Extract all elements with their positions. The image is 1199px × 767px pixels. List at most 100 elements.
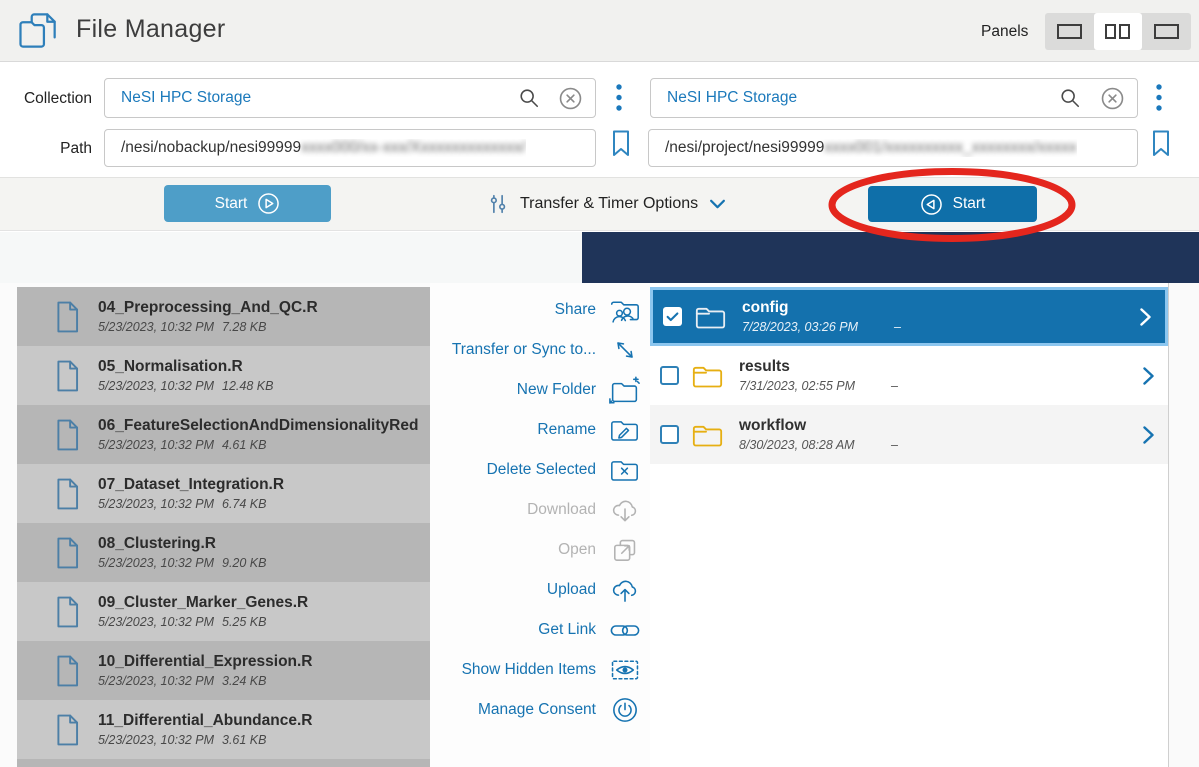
folder-icon	[695, 304, 726, 330]
app-header: File Manager Panels	[0, 0, 1199, 62]
right-collection-menu-kebab-icon[interactable]	[1155, 83, 1163, 113]
file-row[interactable]: 10_Differential_Expression.R 5/23/2023, 1…	[17, 641, 430, 700]
transfer-options-toggle[interactable]: Transfer & Timer Options	[487, 185, 726, 223]
file-name: 10_Differential_Expression.R	[98, 653, 313, 671]
panel-layout-dual-button[interactable]	[1094, 13, 1143, 50]
menu-item-share[interactable]: Share	[430, 290, 650, 330]
right-scroll-gutter[interactable]	[1168, 283, 1199, 767]
file-meta: 5/23/2023, 10:32 PM9.20 KB	[98, 556, 266, 570]
folder-name: workflow	[739, 417, 898, 435]
upload-icon	[608, 577, 641, 603]
file-action-menu: Share Transfer or Sync to... New Folder Ren…	[430, 283, 650, 767]
file-row[interactable]: 05_Normalisation.R5/23/2023, 10:32 PM12.…	[17, 346, 430, 405]
clear-collection-icon[interactable]	[559, 87, 582, 110]
panels-toggle-group	[1045, 13, 1191, 50]
file-name: 04_Preprocessing_And_QC.R	[98, 299, 318, 317]
menu-item-download: Download	[430, 490, 650, 530]
file-name: 05_Normalisation.R	[98, 358, 273, 376]
path-label: Path	[0, 140, 92, 158]
folder-row[interactable]: config7/28/2023, 03:26 PM–	[650, 287, 1168, 346]
file-name: 07_Dataset_Integration.R	[98, 476, 284, 494]
menu-item-open: Open	[430, 530, 650, 570]
rename-icon	[608, 417, 641, 443]
file-row[interactable]: 09_Cluster_Marker_Genes.R5/23/2023, 10:3…	[17, 582, 430, 641]
menu-item-upload[interactable]: Upload	[430, 570, 650, 610]
play-circle-right-icon	[257, 192, 280, 215]
menu-item-transfer[interactable]: Transfer or Sync to...	[430, 330, 650, 370]
folder-row[interactable]: workflow8/30/2023, 08:28 AM–	[650, 405, 1168, 464]
menu-item-get-link[interactable]: Get Link	[430, 610, 650, 650]
file-name: 09_Cluster_Marker_Genes.R	[98, 594, 308, 612]
panel-dual-icon	[1105, 24, 1116, 39]
right-collection-value: NeSI HPC Storage	[667, 89, 797, 107]
right-start-label: Start	[953, 195, 986, 213]
chevron-down-icon	[709, 199, 726, 209]
left-collection-input[interactable]: NeSI HPC Storage	[104, 78, 596, 118]
left-collection-value: NeSI HPC Storage	[121, 89, 251, 107]
menu-item-label: Show Hidden Items	[462, 661, 596, 679]
search-icon[interactable]	[518, 87, 540, 109]
folder-icon	[692, 363, 723, 389]
menu-item-label: Transfer or Sync to...	[452, 341, 596, 359]
menu-item-label: Get Link	[538, 621, 596, 639]
panel-layout-single-alt-button[interactable]	[1142, 13, 1191, 50]
menu-item-delete[interactable]: Delete Selected	[430, 450, 650, 490]
right-path-input[interactable]: /nesi/project/nesi99999xxxx001/xxxxxxxxx…	[648, 129, 1138, 167]
row-checkbox[interactable]	[660, 425, 679, 444]
left-panel-toolbar: ⚙	[0, 232, 582, 283]
right-collection-input[interactable]: NeSI HPC Storage	[650, 78, 1138, 118]
file-meta: 5/23/2023, 10:32 PM6.74 KB	[98, 497, 284, 511]
file-row[interactable]: 04_Preprocessing_And_QC.R5/23/2023, 10:3…	[17, 287, 430, 346]
file-manager-logo-icon	[18, 10, 63, 51]
chevron-right-icon[interactable]	[1142, 425, 1155, 445]
right-path-value: /nesi/project/nesi99999	[665, 139, 824, 156]
left-collection-menu-kebab-icon[interactable]	[615, 83, 623, 113]
right-start-button[interactable]: Start	[868, 186, 1037, 222]
row-checkbox[interactable]	[663, 307, 682, 326]
page-title: File Manager	[76, 15, 226, 44]
panel-single-icon	[1154, 24, 1179, 39]
file-name: 06_FeatureSelectionAndDimensionalityRed	[98, 417, 418, 435]
right-bookmark-icon[interactable]	[1152, 130, 1170, 157]
file-row[interactable]: 06_FeatureSelectionAndDimensionalityRed 5…	[17, 405, 430, 464]
file-row[interactable]: 11_Differential_Abundance.R5/23/2023, 10…	[17, 700, 430, 759]
delete-icon	[608, 457, 641, 483]
file-meta: 5/23/2023, 10:32 PM3.24 KB	[98, 674, 313, 688]
folder-row[interactable]: results 7/31/2023, 02:55 PM–	[650, 346, 1168, 405]
chevron-right-icon[interactable]	[1142, 366, 1155, 386]
sliders-icon	[487, 193, 509, 215]
file-icon	[55, 596, 81, 628]
search-icon[interactable]	[1059, 87, 1081, 109]
menu-item-label: Delete Selected	[487, 461, 596, 479]
left-start-label: Start	[215, 195, 248, 213]
menu-item-consent[interactable]: Manage Consent	[430, 690, 650, 730]
menu-item-label: Rename	[537, 421, 596, 439]
clear-collection-icon[interactable]	[1101, 87, 1124, 110]
row-checkbox[interactable]	[660, 366, 679, 385]
left-path-input[interactable]: /nesi/nobackup/nesi99999xxxx000/xx-xxx/X…	[104, 129, 596, 167]
file-icon	[55, 301, 81, 333]
menu-item-label: Manage Consent	[478, 701, 596, 719]
file-icon	[55, 360, 81, 392]
folder-icon	[692, 422, 723, 448]
menu-item-label: Download	[527, 501, 596, 519]
left-bookmark-icon[interactable]	[612, 130, 630, 157]
left-start-button[interactable]: Start	[164, 185, 331, 222]
folder-name: results	[739, 358, 898, 376]
file-meta: 5/23/2023, 10:32 PM3.61 KB	[98, 733, 312, 747]
file-icon	[55, 537, 81, 569]
transfer-options-label: Transfer & Timer Options	[520, 195, 698, 213]
file-row[interactable]: 07_Dataset_Integration.R 5/23/2023, 10:32…	[17, 464, 430, 523]
chevron-right-icon[interactable]	[1139, 307, 1152, 327]
file-meta: 5/23/2023, 10:32 PM4.61 KB	[98, 438, 418, 452]
folder-name: config	[742, 299, 901, 317]
panel-layout-single-button[interactable]	[1045, 13, 1094, 50]
transfer-sync-icon	[608, 337, 641, 363]
menu-item-show-hidden[interactable]: Show Hidden Items	[430, 650, 650, 690]
right-panel-toolbar: ⚙	[582, 232, 1199, 283]
file-row[interactable]: 08_Clustering.R5/23/2023, 10:32 PM9.20 K…	[17, 523, 430, 582]
folder-meta: 7/31/2023, 02:55 PM–	[739, 379, 898, 393]
left-path-redacted: xxxx000/xx-xxx/Xxxxxxxxxxxxxx/	[301, 139, 526, 156]
menu-item-new-folder[interactable]: New Folder	[430, 370, 650, 410]
menu-item-rename[interactable]: Rename	[430, 410, 650, 450]
